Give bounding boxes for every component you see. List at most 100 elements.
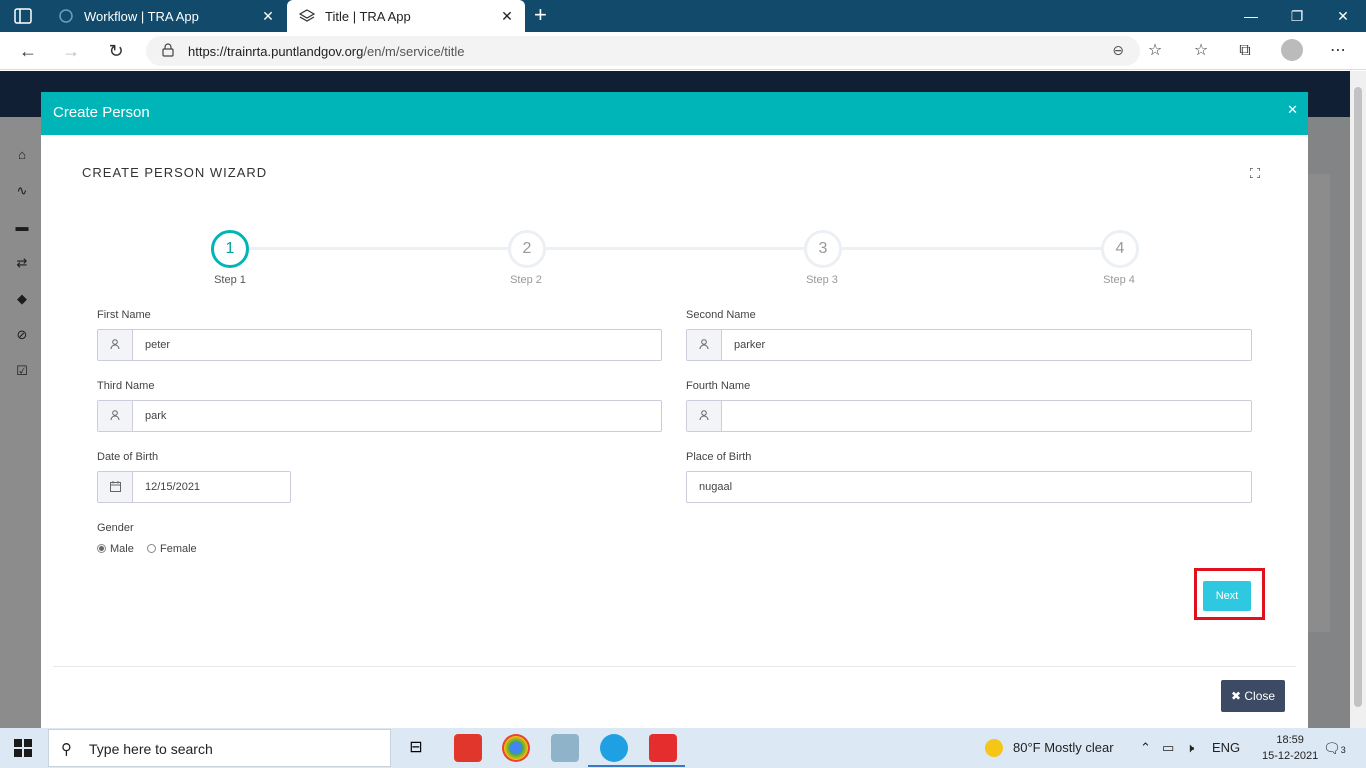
notification-count: 3 [1340,745,1346,755]
clock-date: 15-12-2021 [1262,750,1319,762]
user-icon [98,330,133,360]
close-button-label: Close [1244,689,1276,703]
weather-moon-icon[interactable] [985,739,1003,757]
volume-muted-icon[interactable]: 🕨 [1186,740,1194,756]
battery-icon[interactable]: ▭ [1162,740,1174,756]
back-icon[interactable]: ← [15,38,41,64]
url-field[interactable]: https://trainrta.puntlandgov.org/en/m/se… [146,36,1140,66]
date-of-birth-field[interactable]: 12/15/2021 [97,471,291,503]
search-icon: ⚲ [61,741,72,758]
notification-icon[interactable]: 🗨3 [1323,740,1346,757]
windows-start-icon[interactable] [14,739,32,757]
task-view-icon[interactable]: ⊟ [402,734,430,762]
step-4-label: Step 4 [1103,274,1135,286]
windows-taskbar: ⚲ Type here to search ⊟ 80°F Mostly clea… [0,728,1366,768]
language-indicator[interactable]: ENG [1212,740,1240,755]
wizard-title: CREATE PERSON WIZARD [82,165,268,180]
app-favicon-icon [59,9,73,23]
step-2-circle[interactable]: 2 [508,230,546,268]
first-name-label: First Name [97,309,151,321]
create-person-modal: Create Person ✕ CREATE PERSON WIZARD 1 S… [41,92,1308,728]
step-3-circle[interactable]: 3 [804,230,842,268]
expand-icon[interactable] [1250,168,1260,178]
new-tab-icon[interactable]: + [534,4,547,26]
gender-female-radio[interactable] [147,544,156,553]
fourth-name-label: Fourth Name [686,380,751,392]
profile-avatar[interactable] [1281,39,1303,61]
date-of-birth-label: Date of Birth [97,451,159,463]
notepad-icon[interactable] [551,734,579,762]
date-of-birth-value: 12/15/2021 [145,481,201,493]
third-name-field[interactable]: park [97,400,662,432]
anydesk-icon[interactable] [454,734,482,762]
step-1-label: Step 1 [214,274,246,286]
third-name-label: Third Name [97,380,155,392]
active-app-indicator [588,765,640,767]
third-name-value: park [145,410,167,422]
wps-office-icon[interactable] [649,734,677,762]
second-name-field[interactable]: parker [686,329,1252,361]
modal-close-icon[interactable]: ✕ [1287,102,1298,118]
user-icon [687,401,722,431]
chevron-up-icon[interactable]: ⌃ [1140,740,1151,756]
weather-text[interactable]: 80°F Mostly clear [1013,740,1114,755]
next-button[interactable]: Next [1203,581,1251,611]
place-of-birth-field[interactable]: nugaal [686,471,1252,503]
add-favorite-icon[interactable]: ☆ [1144,40,1166,62]
step-1-circle[interactable]: 1 [211,230,249,268]
second-name-label: Second Name [686,309,756,321]
forward-icon[interactable]: → [58,38,84,64]
page-scrollbar[interactable] [1350,71,1366,728]
step-connector [249,247,509,250]
gender-label: Gender [97,522,134,534]
step-3-label: Step 3 [806,274,838,286]
tab-title[interactable]: Title | TRA App ✕ [287,0,525,32]
modal-footer-divider [53,666,1296,667]
place-of-birth-value: nugaal [699,481,733,493]
browser-tab-strip: Workflow | TRA App ✕ Title | TRA App ✕ +… [0,0,1366,32]
edge-icon[interactable] [600,734,628,762]
system-clock[interactable]: 18:59 15-12-2021 [1262,732,1318,764]
refresh-icon[interactable]: ↻ [103,38,129,64]
close-window-icon[interactable]: ✕ [1320,0,1366,32]
step-2-label: Step 2 [510,274,542,286]
second-name-value: parker [734,339,766,351]
gender-male-radio[interactable] [97,544,106,553]
close-x-icon: ✖ [1230,689,1242,703]
first-name-field[interactable]: peter [97,329,662,361]
tab-label: Title | TRA App [325,8,411,24]
zoom-icon[interactable]: ⊖ [1112,42,1124,59]
minimize-icon[interactable]: — [1228,0,1274,32]
tab-label: Workflow | TRA App [84,8,199,24]
calendar-icon[interactable] [98,472,133,502]
fourth-name-field[interactable] [686,400,1252,432]
user-icon [687,330,722,360]
address-bar: ← → ↻ https://trainrta.puntlandgov.org/e… [0,32,1366,70]
more-menu-icon[interactable]: ⋯ [1327,40,1349,62]
step-connector [545,247,805,250]
step-connector [842,247,1102,250]
gender-male-label[interactable]: Male [110,543,134,555]
restore-icon[interactable]: ❐ [1274,0,1320,32]
collections-icon[interactable]: ⧉ [1234,40,1256,62]
user-icon [98,401,133,431]
clock-time: 18:59 [1276,734,1304,746]
url-text: https://trainrta.puntlandgov.org/en/m/se… [188,44,465,59]
tab-close-icon[interactable]: ✕ [258,8,278,25]
gender-female-label[interactable]: Female [160,543,197,555]
taskbar-search[interactable]: ⚲ Type here to search [48,729,391,767]
chrome-icon[interactable] [502,734,530,762]
favorites-icon[interactable]: ☆ [1190,40,1212,62]
place-of-birth-label: Place of Birth [686,451,752,463]
modal-header: Create Person ✕ [41,92,1308,135]
tab-actions-icon[interactable] [14,8,32,24]
layers-icon [299,9,315,22]
lock-icon [162,43,174,57]
modal-title: Create Person [53,104,150,121]
step-4-circle[interactable]: 4 [1101,230,1139,268]
close-button[interactable]: ✖ Close [1221,680,1285,712]
tab-close-icon[interactable]: ✕ [497,8,517,25]
first-name-value: peter [145,339,171,351]
search-placeholder: Type here to search [89,741,213,757]
tab-workflow[interactable]: Workflow | TRA App ✕ [46,0,286,32]
